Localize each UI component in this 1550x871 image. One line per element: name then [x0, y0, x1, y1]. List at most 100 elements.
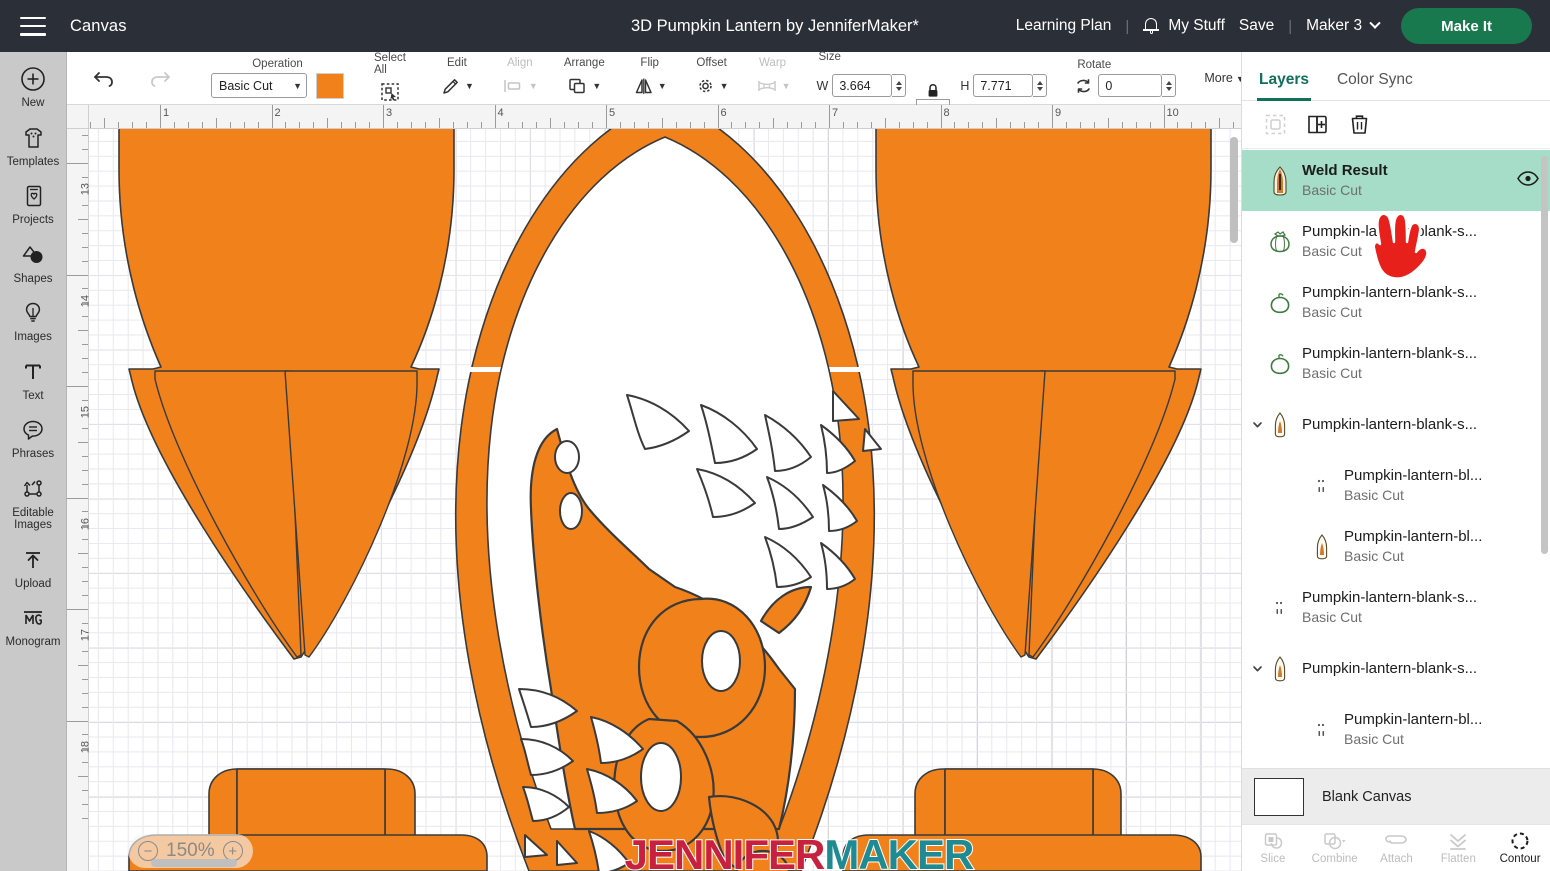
layer-row[interactable]: Pumpkin-lantern-blank-s... — [1242, 638, 1550, 699]
make-it-button[interactable]: Make It — [1401, 8, 1532, 44]
sidebar-item-projects[interactable]: Projects — [0, 181, 67, 227]
layer-row[interactable]: Weld Result Basic Cut — [1242, 150, 1550, 211]
canvas-label[interactable]: Canvas — [70, 17, 127, 36]
sidebar-item-upload[interactable]: Upload — [0, 545, 67, 591]
chevron-down-icon[interactable] — [1248, 662, 1266, 675]
height-input[interactable]: 7.771 — [973, 74, 1034, 97]
ruler-subtick — [82, 358, 88, 360]
color-swatch[interactable] — [316, 72, 344, 99]
layer-list[interactable]: Weld Result Basic Cut Pumpkin-lantern-blan… — [1242, 150, 1550, 826]
flip-button[interactable]: ▼ — [633, 72, 667, 100]
contour-button[interactable]: Contour — [1490, 831, 1550, 865]
visibility-eye-icon[interactable] — [1517, 170, 1539, 191]
ruler-subtick — [78, 441, 88, 443]
slice-button[interactable]: Slice — [1243, 831, 1303, 865]
ruler-subtick — [82, 469, 88, 471]
redo-button[interactable] — [143, 63, 177, 93]
layers-panel: Layers Color Sync Weld Result Basic Cut Pu… — [1241, 52, 1550, 871]
arrange-button[interactable]: ▼ — [567, 72, 601, 100]
sidebar-item-phrases[interactable]: Phrases — [0, 415, 67, 461]
layer-row[interactable]: Pumpkin-lantern-blank-s... Basic Cut — [1242, 333, 1550, 394]
layer-thumbnail — [1266, 411, 1294, 438]
horizontal-ruler: 1 2 3 4 5 6 7 8 9 10 — [67, 105, 1241, 129]
layer-name: Pumpkin-lantern-blank-s... — [1302, 223, 1478, 240]
rotate-stepper[interactable] — [1162, 74, 1177, 97]
layer-row[interactable]: Pumpkin-lantern-blank-s... Basic Cut — [1242, 577, 1550, 638]
sidebar-item-images[interactable]: Images — [0, 298, 67, 344]
ruler-subtick — [396, 122, 398, 128]
layer-text: Pumpkin-lantern-bl... Basic Cut — [1344, 466, 1539, 505]
blank-canvas-row[interactable]: Blank Canvas — [1242, 768, 1550, 824]
align-button[interactable]: ▼ — [502, 72, 538, 100]
layer-row[interactable]: Pumpkin-lantern-blank-s... Basic Cut — [1242, 272, 1550, 333]
layer-row[interactable]: Pumpkin-lantern-blank-s... — [1242, 394, 1550, 455]
ruler-corner — [67, 105, 89, 129]
ruler-tick — [271, 105, 273, 128]
ruler-subtick — [82, 525, 88, 527]
machine-selector[interactable]: Maker 3 — [1306, 17, 1381, 35]
duplicate-icon[interactable] — [1306, 113, 1329, 136]
bell-icon[interactable] — [1143, 17, 1160, 35]
layer-text: Pumpkin-lantern-blank-s... Basic Cut — [1302, 283, 1539, 322]
sidebar-item-new[interactable]: New — [0, 64, 67, 110]
my-stuff-link[interactable]: My Stuff — [1168, 17, 1225, 35]
ruler-subtick — [1065, 122, 1067, 128]
layer-thumbnail — [1266, 655, 1294, 682]
pumpkin-lantern-artwork[interactable] — [89, 129, 1241, 871]
offset-button[interactable]: ▼ — [695, 72, 729, 100]
height-stepper[interactable] — [1033, 74, 1048, 97]
layer-operation: Basic Cut — [1344, 487, 1404, 503]
save-button[interactable]: Save — [1239, 17, 1274, 35]
canvas-horizontal-scrollbar[interactable] — [151, 859, 237, 867]
layer-row[interactable]: Pumpkin-lantern-blank-s... Basic Cut — [1242, 211, 1550, 272]
ruler-subtick — [82, 692, 88, 694]
sidebar-item-monogram[interactable]: Monogram — [0, 603, 67, 649]
ruler-subtick — [1177, 122, 1179, 128]
sidebar-label-text: Text — [22, 389, 44, 402]
sidebar-item-editable-images[interactable]: Editable Images — [0, 474, 67, 532]
delete-icon[interactable] — [1348, 113, 1371, 136]
zoom-in-button[interactable]: + — [222, 841, 243, 861]
canvas-vertical-scrollbar[interactable] — [1230, 137, 1238, 243]
ruler-tick — [67, 163, 88, 164]
warp-button[interactable]: ▼ — [755, 72, 791, 100]
layers-scrollbar[interactable] — [1541, 156, 1548, 554]
sidebar-item-templates[interactable]: Templates — [0, 123, 67, 169]
layer-row[interactable]: Pumpkin-lantern-bl... Basic Cut — [1242, 516, 1550, 577]
ruler-subtick — [132, 122, 134, 128]
layer-actions-toolbar — [1242, 101, 1550, 149]
hamburger-menu-icon[interactable] — [20, 16, 46, 36]
operation-select[interactable]: Basic Cut ▼ — [211, 73, 307, 98]
tab-layers[interactable]: Layers — [1257, 71, 1311, 101]
tab-color-sync[interactable]: Color Sync — [1337, 71, 1413, 100]
ruler-subtick — [1135, 122, 1137, 128]
layer-row[interactable]: Pumpkin-lantern-bl... Basic Cut — [1242, 699, 1550, 760]
lock-aspect-ratio-button[interactable] — [916, 66, 951, 106]
flatten-button[interactable]: Flatten — [1428, 831, 1488, 865]
width-input[interactable]: 3.664 — [832, 74, 893, 97]
ruler-subtick — [257, 122, 259, 128]
width-stepper[interactable] — [892, 74, 907, 97]
ruler-subtick — [118, 122, 120, 128]
learning-plan-link[interactable]: Learning Plan — [1016, 17, 1112, 35]
layer-row[interactable]: Pumpkin-lantern-bl... Basic Cut — [1242, 455, 1550, 516]
zoom-out-button[interactable]: − — [138, 841, 158, 861]
sidebar-label-projects: Projects — [12, 214, 54, 226]
attach-button[interactable]: Attach — [1366, 831, 1426, 865]
sidebar-item-text[interactable]: Text — [0, 357, 67, 403]
design-canvas[interactable]: JENNIFER MAKER − 150% + 1 2 3 4 5 6 7 8 9 10 13 14 1… — [67, 105, 1241, 871]
edit-button[interactable]: ▼ — [440, 72, 474, 100]
lightbulb-icon — [21, 298, 45, 328]
combine-button[interactable]: Combine — [1305, 831, 1365, 865]
select-all-button[interactable] — [379, 79, 401, 105]
ruler-subtick — [438, 118, 440, 128]
undo-button[interactable] — [87, 63, 121, 93]
layer-operation: Basic Cut — [1344, 731, 1404, 747]
chevron-down-icon[interactable] — [1248, 418, 1266, 431]
canvas-grid[interactable]: JENNIFER MAKER − 150% + — [89, 129, 1241, 871]
group-icon[interactable] — [1264, 113, 1287, 136]
sidebar-item-shapes[interactable]: Shapes — [0, 240, 67, 286]
rotate-input[interactable]: 0 — [1098, 74, 1163, 97]
ruler-subtick — [146, 122, 148, 128]
ruler-subtick — [856, 122, 858, 128]
